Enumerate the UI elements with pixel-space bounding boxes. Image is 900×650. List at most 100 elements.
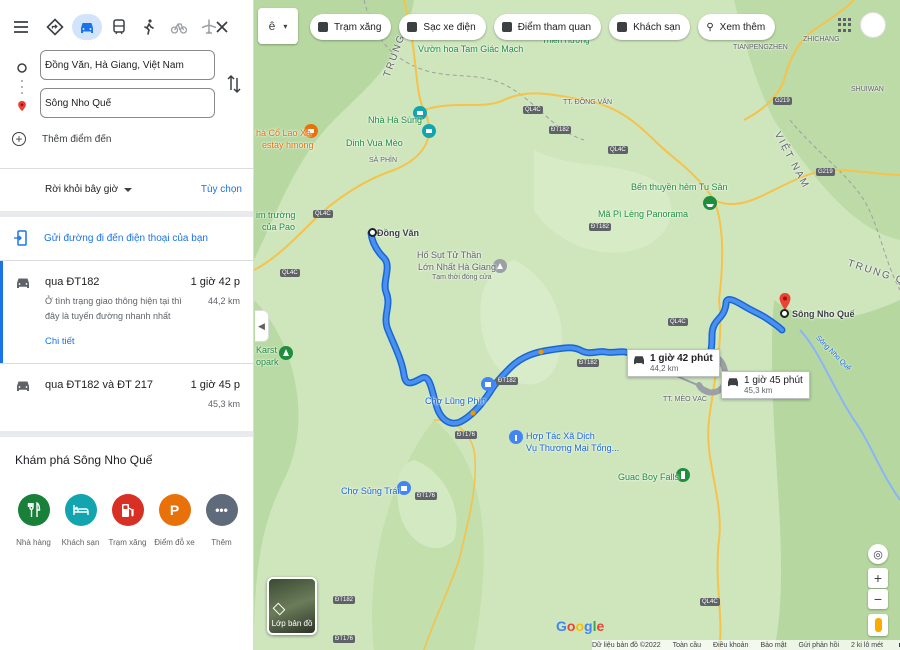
map-label-poi[interactable]: Guac Boy Falls [618, 472, 679, 482]
close-directions-button[interactable] [209, 14, 235, 40]
origin-marker[interactable] [368, 228, 377, 237]
zoom-in-button[interactable]: + [868, 568, 888, 588]
close-icon [216, 21, 228, 33]
map-label-poi[interactable]: Chợ Lũng Phìn [425, 396, 486, 406]
mode-driving-button[interactable] [72, 14, 102, 40]
map-label-poi[interactable]: hà Cổ Lao Xa [256, 128, 311, 138]
map-type-button[interactable]: ê ▾ [258, 8, 298, 44]
destination-input[interactable] [40, 88, 215, 118]
chip-hotels[interactable]: Khách sạn [609, 14, 691, 40]
poi-info-icon[interactable] [509, 430, 523, 444]
chip-label: Điểm tham quan [517, 21, 592, 33]
map-label-poi[interactable]: Hợp Tác Xã Dịch [526, 431, 595, 441]
global-link[interactable]: Toàn cầu [673, 642, 701, 649]
poi-market-icon[interactable] [481, 377, 495, 391]
mode-walking-button[interactable] [136, 14, 162, 40]
map-label-destination[interactable]: Sông Nho Quế [792, 309, 855, 319]
map-label-poi[interactable]: Chợ Sủng Trái [341, 486, 399, 496]
terms-link[interactable]: Điều khoản [713, 642, 748, 649]
route-stops [0, 50, 253, 126]
origin-circle-icon [17, 63, 27, 73]
road-tag-dt182: ĐT182 [589, 223, 612, 231]
chip-ev-charging[interactable]: Sạc xe điện [399, 14, 486, 40]
send-to-phone-link[interactable]: Gửi đường đi đến điện thoại của bạn [14, 230, 208, 246]
chip-label: Khách sạn [633, 21, 681, 33]
destination-marker[interactable] [780, 309, 789, 318]
chip-gas[interactable]: Trạm xăng [310, 14, 392, 40]
poi-park-icon[interactable] [279, 346, 293, 360]
car-icon [17, 381, 29, 391]
map-label-town: TT. MÈO VẠC [663, 396, 707, 403]
map-label-poi[interactable]: Dinh Vua Mèo [346, 138, 403, 148]
add-destination-button[interactable]: + Thêm điểm đến [12, 128, 111, 150]
directions-diamond-icon [46, 18, 64, 36]
street-view-pegman[interactable] [868, 614, 888, 636]
poi-attraction-icon[interactable] [422, 124, 436, 138]
map-label-poi[interactable]: estay hmong [262, 140, 314, 150]
road-tag-dt182: ĐT182 [577, 359, 600, 367]
map-label-poi[interactable]: Vụ Thương Mại Tổng... [526, 443, 619, 453]
map-label-poi[interactable]: opark [256, 357, 279, 367]
depart-label: Rời khỏi bây giờ [45, 184, 119, 195]
explore-categories: Nhà hàng Khách sạn Trạm xăng P Điểm đỗ x… [10, 494, 250, 547]
route-option-2[interactable]: qua ĐT182 và ĐT 217 1 giờ 45 p 45,3 km [0, 364, 253, 430]
origin-input[interactable] [40, 50, 215, 80]
category-hotels[interactable]: Khách sạn [57, 494, 104, 547]
map-label-poi[interactable]: im trường [256, 210, 295, 220]
google-apps-icon[interactable] [838, 18, 852, 32]
walking-icon [144, 19, 154, 35]
hotel-icon [64, 494, 97, 526]
map-label-poi[interactable]: của Pao [262, 222, 295, 232]
options-link[interactable]: Tùy chọn [201, 184, 242, 195]
route-details-link[interactable]: Chi tiết [45, 336, 75, 347]
mode-transit-button[interactable] [106, 14, 132, 40]
zoom-out-button[interactable]: − [868, 589, 888, 609]
map-canvas[interactable] [254, 0, 900, 650]
chip-attractions[interactable]: Điểm tham quan [493, 14, 602, 40]
avatar[interactable] [860, 12, 886, 38]
route-callout-alternate[interactable]: 1 giờ 45 phút 45,3 km [721, 371, 810, 399]
mode-best-button[interactable] [42, 14, 68, 40]
depart-time-dropdown[interactable]: Rời khỏi bây giờ [45, 184, 133, 195]
directions-panel: + Thêm điểm đến Rời khỏi bây giờ Tùy chọ… [0, 0, 254, 650]
mode-cycling-button[interactable] [166, 14, 192, 40]
divider [0, 168, 253, 169]
destination-pin-icon [18, 100, 26, 112]
my-location-button[interactable]: ◎ [868, 544, 888, 564]
section-divider [0, 211, 253, 217]
callout-distance: 44,2 km [650, 364, 679, 373]
chip-more[interactable]: ⚲ Xem thêm [698, 14, 776, 40]
send-phone-icon [14, 230, 27, 246]
poi-boat-icon[interactable] [703, 196, 717, 210]
map-label-poi[interactable]: Vườn hoa Tam Giác Mạch [418, 44, 523, 54]
category-gas-stations[interactable]: Trạm xăng [104, 494, 151, 547]
map-label-origin[interactable]: Đồng Văn [377, 228, 419, 238]
category-restaurants[interactable]: Nhà hàng [10, 494, 57, 547]
map-label-poi[interactable]: Mã Pì Lèng Panorama [598, 209, 688, 219]
route-via: qua ĐT182 [45, 276, 100, 288]
privacy-link[interactable]: Bảo mật [760, 642, 786, 649]
more-icon: ••• [205, 494, 238, 526]
destination-row [0, 88, 253, 126]
menu-button[interactable] [8, 14, 34, 40]
category-parking[interactable]: P Điểm đỗ xe [151, 494, 198, 547]
feedback-link[interactable]: Gửi phản hồi [799, 642, 840, 649]
category-more[interactable]: ••• Thêm [198, 494, 245, 547]
collapse-panel-button[interactable]: ◀ [255, 310, 269, 342]
map-label-poi[interactable]: Hố Sụt Tử Thần [417, 250, 481, 260]
road-tag-ql4c: QL4C [700, 598, 720, 606]
google-logo: Google [556, 618, 605, 634]
route-option-1[interactable]: qua ĐT182 1 giờ 42 p Ở tình trạng giao t… [0, 261, 253, 363]
car-icon [81, 23, 93, 33]
map-label-poi[interactable]: Nhà Hà Sùng [368, 115, 422, 125]
car-icon [728, 378, 738, 387]
map-label-status: Tạm thời đóng cửa [432, 274, 492, 281]
map-label-poi[interactable]: Karst [256, 345, 277, 355]
map-layers-button[interactable]: Lớp bản đồ [267, 577, 317, 635]
route-callout-primary[interactable]: 1 giờ 42 phút 44,2 km [627, 349, 720, 377]
swap-stops-button[interactable] [224, 72, 244, 96]
camera-icon [501, 22, 512, 32]
map-label-poi[interactable]: Bến thuyền hẻm Tu Sản [631, 182, 728, 192]
scale-bar[interactable]: 2 ki lô mét [851, 642, 900, 649]
map-label-poi[interactable]: Lớn Nhất Hà Giang [418, 262, 496, 272]
